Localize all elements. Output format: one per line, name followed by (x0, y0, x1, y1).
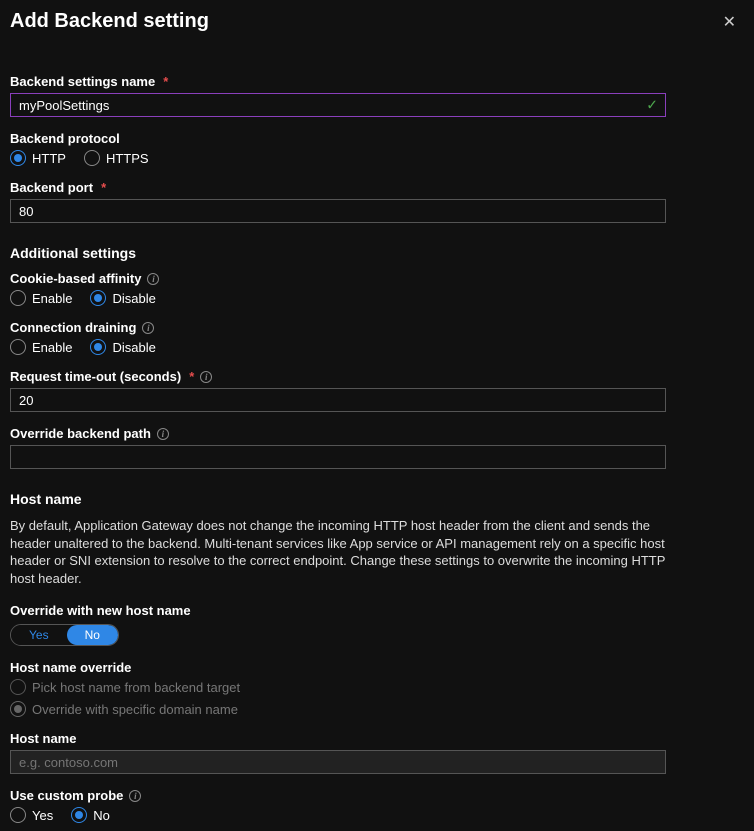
info-icon[interactable]: i (200, 371, 212, 383)
page-title: Add Backend setting (10, 10, 209, 33)
info-icon[interactable]: i (129, 790, 141, 802)
cookie-affinity-label: Cookie-based affinity i (10, 271, 744, 286)
custom-probe-label: Use custom probe i (10, 788, 744, 803)
host-name-override-label: Host name override (10, 660, 744, 675)
radio-probe-yes[interactable]: Yes (10, 807, 53, 823)
info-icon[interactable]: i (147, 273, 159, 285)
override-backend-path-label: Override backend path i (10, 426, 744, 441)
backend-settings-name-input[interactable] (10, 93, 666, 117)
checkmark-icon: ✓ (646, 97, 658, 114)
override-backend-path-input[interactable] (10, 445, 666, 469)
request-timeout-input[interactable] (10, 388, 666, 412)
hostname-description: By default, Application Gateway does not… (10, 517, 666, 587)
additional-settings-title: Additional settings (10, 245, 744, 261)
hostname-section-title: Host name (10, 491, 744, 507)
info-icon[interactable]: i (142, 322, 154, 334)
toggle-no[interactable]: No (67, 625, 118, 645)
radio-http[interactable]: HTTP (10, 150, 66, 166)
radio-probe-no[interactable]: No (71, 807, 110, 823)
backend-settings-name-label: Backend settings name* (10, 74, 744, 89)
radio-drain-disable[interactable]: Disable (90, 339, 155, 355)
close-icon[interactable]: ✕ (719, 10, 740, 34)
radio-https[interactable]: HTTPS (84, 150, 149, 166)
backend-port-label: Backend port* (10, 180, 744, 195)
override-new-host-toggle: Yes No (10, 624, 119, 646)
backend-port-input[interactable] (10, 199, 666, 223)
radio-cookie-enable[interactable]: Enable (10, 290, 72, 306)
toggle-yes[interactable]: Yes (11, 625, 67, 645)
connection-draining-label: Connection draining i (10, 320, 744, 335)
override-new-host-label: Override with new host name (10, 603, 744, 618)
backend-protocol-label: Backend protocol (10, 131, 744, 146)
request-timeout-label: Request time-out (seconds)* i (10, 369, 744, 384)
radio-specific-host: Override with specific domain name (10, 701, 744, 717)
host-name-input (10, 750, 666, 774)
radio-cookie-disable[interactable]: Disable (90, 290, 155, 306)
host-name-label: Host name (10, 731, 744, 746)
radio-drain-enable[interactable]: Enable (10, 339, 72, 355)
info-icon[interactable]: i (157, 428, 169, 440)
radio-pick-host: Pick host name from backend target (10, 679, 744, 695)
